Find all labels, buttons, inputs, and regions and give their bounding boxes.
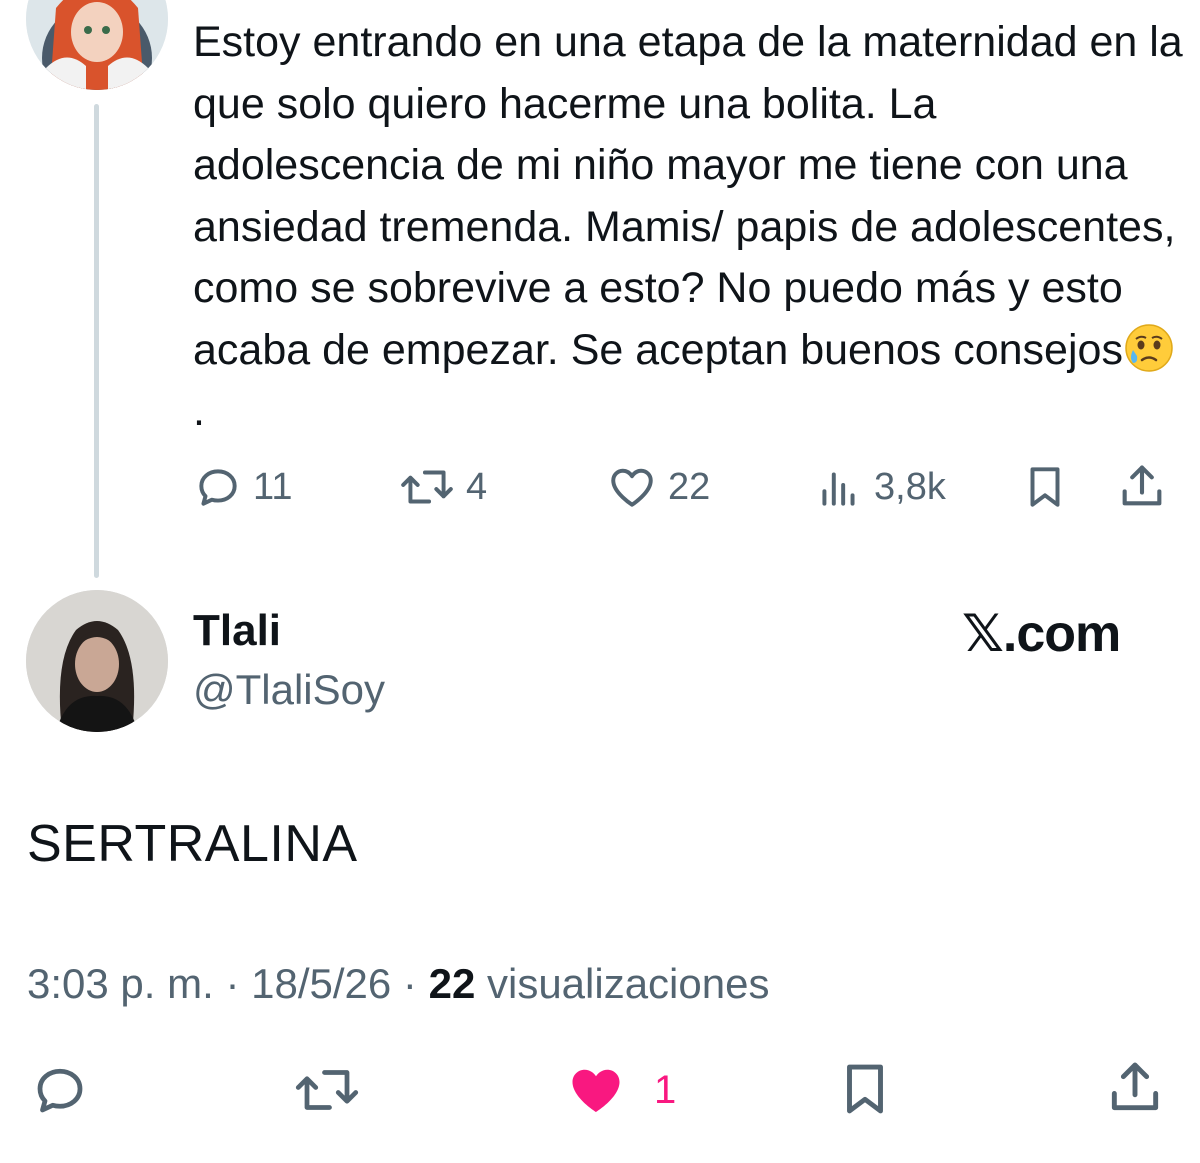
bookmark-button[interactable] [834, 1058, 896, 1120]
bookmark-icon [847, 1064, 883, 1114]
reply-button[interactable]: 11 [193, 462, 292, 512]
repost-count: 4 [466, 465, 488, 508]
like-icon [611, 468, 653, 507]
bookmark-icon [1030, 467, 1060, 507]
reply-author-avatar[interactable] [26, 590, 168, 732]
views-total: 22 [428, 960, 476, 1007]
tweet-date[interactable]: 18/5/26 [251, 960, 391, 1007]
reply-author-handle[interactable]: @TlaliSoy [193, 666, 385, 714]
like-button[interactable]: 22 [606, 462, 710, 512]
share-icon [1122, 465, 1162, 506]
reply-icon [37, 1068, 83, 1113]
views-count: 3,8k [874, 465, 946, 508]
parent-tweet-text: Estoy entrando en una etapa de la matern… [193, 18, 1183, 435]
share-icon [1111, 1062, 1159, 1111]
views-button[interactable]: 3,8k [814, 462, 946, 512]
views-icon [822, 472, 855, 506]
like-button[interactable]: 1 [564, 1060, 676, 1120]
views-label: visualizaciones [486, 960, 770, 1007]
tweet-timestamp-line: 3:03 p. m. · 18/5/26 · 22 visualizacione… [27, 960, 769, 1008]
reply-icon [199, 469, 237, 506]
bookmark-button[interactable] [1020, 462, 1070, 512]
like-count: 1 [654, 1067, 677, 1112]
repost-icon [401, 470, 453, 504]
share-button[interactable] [1104, 1056, 1166, 1118]
repost-button[interactable] [292, 1060, 362, 1120]
x-brand-watermark: 𝕏.com [962, 605, 1121, 663]
like-count: 22 [668, 465, 711, 508]
meta-separator: · [225, 960, 240, 1007]
reply-tweet-text: SERTRALINA [27, 815, 358, 873]
thread-connector-line [94, 104, 99, 578]
like-icon [572, 1069, 620, 1112]
reply-button[interactable] [30, 1060, 90, 1120]
reply-count: 11 [253, 465, 293, 508]
tweet-time[interactable]: 3:03 p. m. [27, 960, 214, 1007]
parent-avatar[interactable] [26, 0, 168, 90]
face-holding-back-tears-icon [1123, 322, 1175, 374]
repost-icon [295, 1070, 359, 1110]
share-button[interactable] [1116, 460, 1168, 512]
meta-separator: · [402, 960, 417, 1007]
repost-button[interactable]: 4 [398, 462, 487, 512]
reply-author-name[interactable]: Tlali [193, 606, 281, 656]
